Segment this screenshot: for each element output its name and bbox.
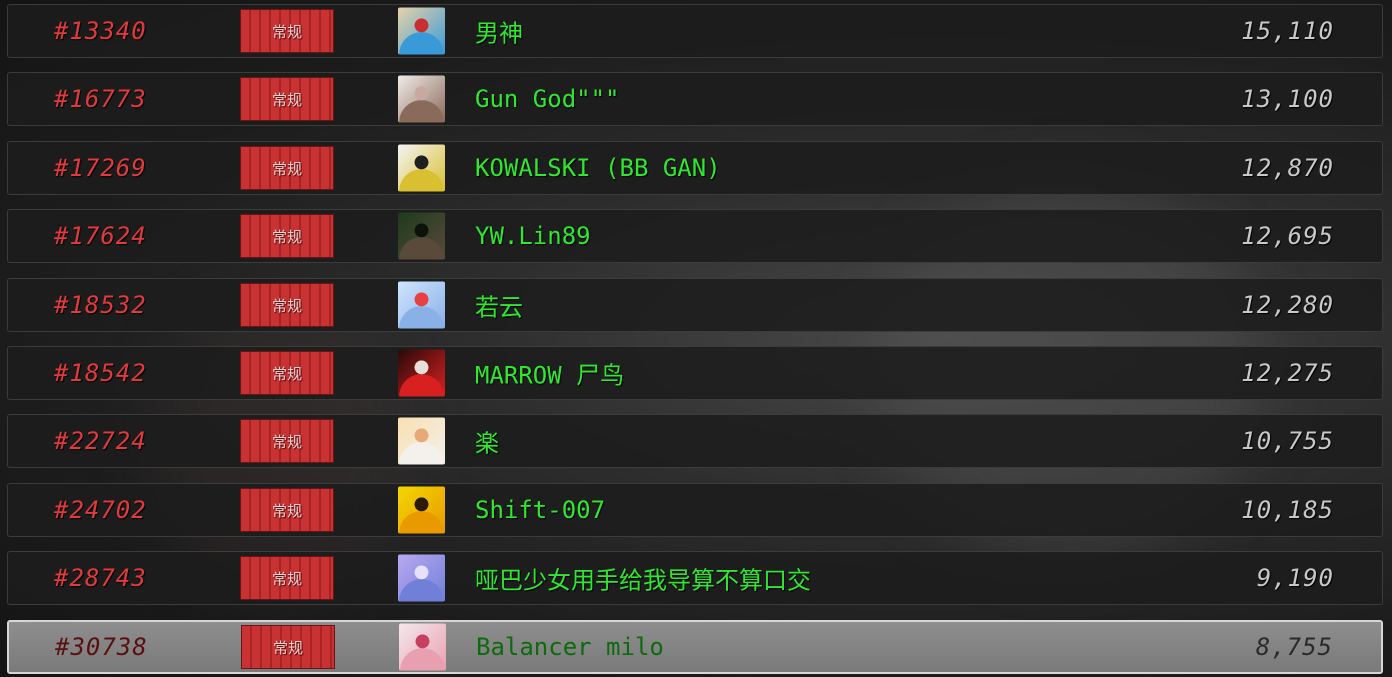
player-avatar-icon[interactable] [398,554,445,602]
player-avatar-icon[interactable] [398,75,445,123]
player-name: 哑巴少女用手给我导算不算口交 [475,566,811,595]
player-name: MARROW 尸鸟 [475,361,625,390]
rank-label: #18532 [54,291,147,319]
player-avatar-icon[interactable] [398,144,445,192]
score-value: 15,110 [1241,17,1334,45]
rank-label: #22724 [54,427,147,455]
leaderboard-row[interactable]: #13340 常规 男神 15,110 [7,4,1383,58]
leaderboard-list: #13340 常规 男神 15,110 #16773 常规 Gun God"""… [0,0,1392,677]
tier-label: 常规 [271,432,302,451]
tier-badge: 常规 [240,9,334,53]
tier-label: 常规 [271,501,302,520]
tier-label: 常规 [271,159,302,178]
player-avatar-icon[interactable] [399,623,446,671]
tier-badge: 常规 [240,77,334,121]
player-avatar-icon[interactable] [398,486,445,534]
tier-badge: 常规 [240,351,334,395]
score-value: 8,755 [1255,633,1333,661]
tier-badge: 常规 [241,625,335,669]
rank-label: #16773 [54,85,147,113]
leaderboard-row[interactable]: #30738 常规 Balancer milo 8,755 [7,620,1383,674]
score-value: 10,185 [1241,496,1334,524]
leaderboard-row[interactable]: #16773 常规 Gun God""" 13,100 [7,72,1383,126]
tier-badge: 常规 [240,488,334,532]
leaderboard-row[interactable]: #17269 常规 KOWALSKI (BB GAN) 12,870 [7,141,1383,195]
rank-label: #13340 [54,17,147,45]
score-value: 12,870 [1241,154,1334,182]
player-name: 若云 [475,293,523,322]
player-name: Balancer milo [476,633,664,661]
leaderboard-row[interactable]: #18532 常规 若云 12,280 [7,278,1383,332]
tier-label: 常规 [271,22,302,41]
score-value: 13,100 [1241,85,1334,113]
rank-label: #17624 [54,222,147,250]
score-value: 9,190 [1256,564,1334,592]
tier-badge: 常规 [240,556,334,600]
tier-label: 常规 [271,227,302,246]
rank-label: #30738 [55,633,148,661]
tier-label: 常规 [272,638,303,657]
player-avatar-icon[interactable] [398,349,445,397]
tier-label: 常规 [271,364,302,383]
leaderboard-row[interactable]: #24702 常规 Shift-007 10,185 [7,483,1383,537]
leaderboard-row[interactable]: #22724 常规 楽 10,755 [7,414,1383,468]
leaderboard-row[interactable]: #28743 常规 哑巴少女用手给我导算不算口交 9,190 [7,551,1383,605]
leaderboard-row[interactable]: #18542 常规 MARROW 尸鸟 12,275 [7,346,1383,400]
rank-label: #17269 [54,154,147,182]
player-avatar-icon[interactable] [398,281,445,329]
tier-badge: 常规 [240,419,334,463]
tier-badge: 常规 [240,146,334,190]
player-name: KOWALSKI (BB GAN) [475,154,721,182]
player-avatar-icon[interactable] [398,417,445,465]
score-value: 12,275 [1241,359,1334,387]
rank-label: #18542 [54,359,147,387]
tier-label: 常规 [271,296,302,315]
score-value: 12,280 [1241,291,1334,319]
score-value: 10,755 [1241,427,1334,455]
score-value: 12,695 [1241,222,1334,250]
player-avatar-icon[interactable] [398,212,445,260]
tier-badge: 常规 [240,283,334,327]
leaderboard-row[interactable]: #17624 常规 YW.Lin89 12,695 [7,209,1383,263]
rank-label: #24702 [54,496,147,524]
tier-label: 常规 [271,90,302,109]
player-name: 楽 [475,429,499,458]
player-name: Shift-007 [475,496,606,524]
rank-label: #28743 [54,564,147,592]
player-name: Gun God""" [475,85,620,113]
player-name: 男神 [475,19,523,48]
tier-label: 常规 [271,569,302,588]
player-name: YW.Lin89 [475,222,591,250]
player-avatar-icon[interactable] [398,7,445,55]
tier-badge: 常规 [240,214,334,258]
